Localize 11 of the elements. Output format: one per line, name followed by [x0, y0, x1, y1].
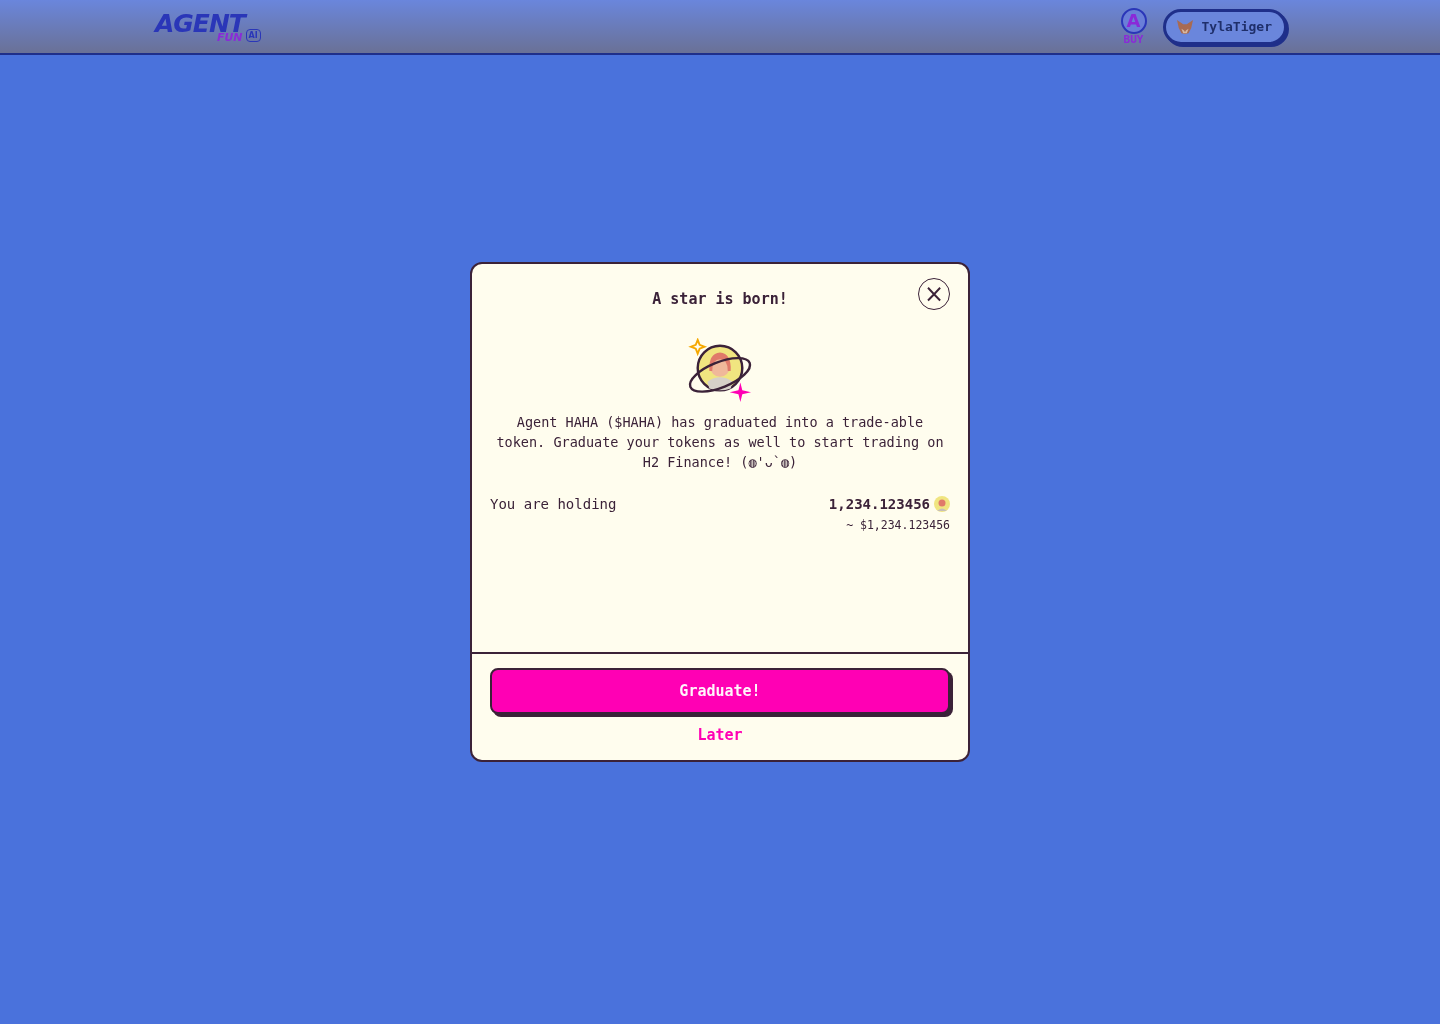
dialog-message: Agent HAHA ($HAHA) has graduated into a trade-able token. Graduate your tokens as well to start trading on H2 Finance! (◍'ᴗ`◍) — [495, 413, 945, 472]
usd-value: ~ $1,234.123456 — [846, 518, 950, 532]
token-icon — [934, 496, 950, 512]
wallet-button[interactable]: TylaTiger — [1162, 8, 1287, 45]
later-button[interactable]: Later — [691, 724, 749, 746]
dialog-title: A star is born! — [652, 290, 788, 308]
avatar-planet-icon — [686, 338, 754, 402]
graduate-button[interactable]: Graduate! — [490, 668, 950, 714]
token-amount: 1,234.123456 — [828, 496, 930, 512]
holding-label: You are holding — [490, 496, 617, 512]
fox-icon — [1175, 18, 1194, 35]
